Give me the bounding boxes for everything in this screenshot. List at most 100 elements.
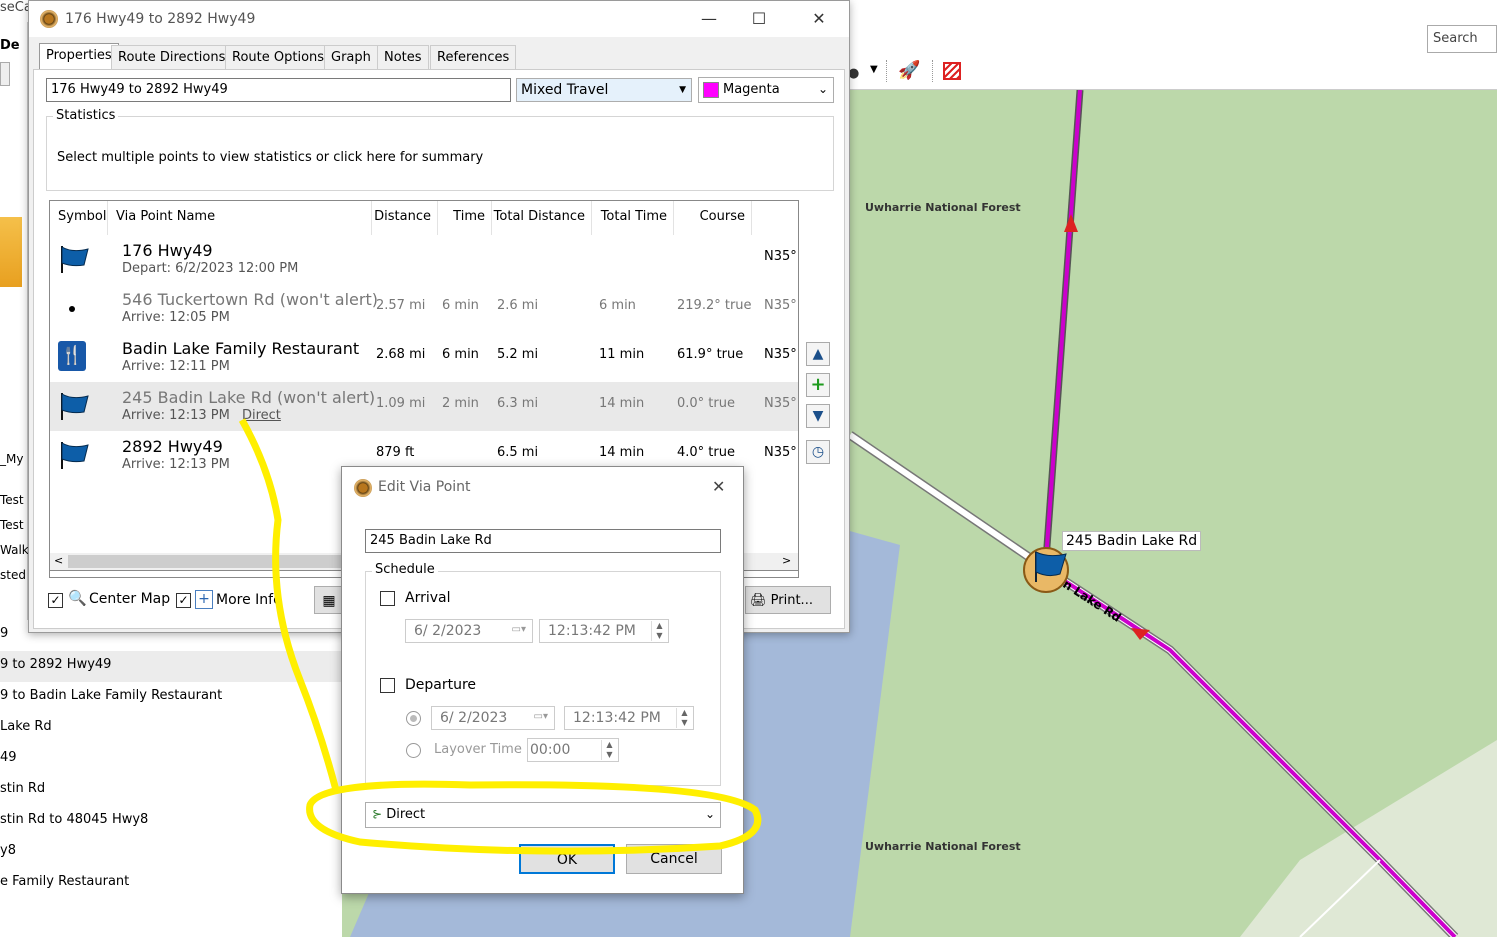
toolbar: ● ▼ 🚀 xyxy=(848,22,1497,90)
travel-mode-select[interactable]: Mixed Travel ▼ xyxy=(516,78,692,102)
dot-icon xyxy=(69,306,75,312)
calendar-icon[interactable]: ▭▾ xyxy=(534,711,548,722)
column-header[interactable]: Course xyxy=(674,201,752,235)
column-header[interactable]: Total Time xyxy=(592,201,674,235)
color-select[interactable]: Magenta ⌄ xyxy=(698,77,834,103)
routing-method-select[interactable]: ⊱ Direct ⌄ xyxy=(365,802,721,828)
list-item[interactable]: stin Rd to 48045 Hwy8 xyxy=(0,806,342,837)
column-header[interactable]: Symbol xyxy=(50,201,108,235)
calendar-icon[interactable]: ▭▾ xyxy=(512,624,526,635)
time-cell: 2 min xyxy=(442,396,479,411)
total-time-cell: 14 min xyxy=(599,396,645,411)
departure-date[interactable]: 6/ 2/2023 ▭▾ xyxy=(431,706,555,730)
via-point-name: 546 Tuckertown Rd (won't alert) xyxy=(122,290,378,309)
center-map-label: Center Map xyxy=(89,591,171,607)
list-fragment[interactable]: Test xyxy=(0,518,24,532)
dialog-title: Edit Via Point xyxy=(378,479,471,495)
table-row[interactable]: 176 Hwy49 Depart: 6/2/2023 12:00 PM N35° xyxy=(50,235,798,284)
via-point-sub: Arrive: 12:05 PM xyxy=(122,310,230,325)
dialog-close-button[interactable]: ✕ xyxy=(712,477,725,496)
list-fragment[interactable]: _My xyxy=(0,452,23,466)
column-header[interactable]: Time xyxy=(438,201,492,235)
route-arrow-1 xyxy=(1064,214,1078,232)
column-header[interactable]: Total Distance xyxy=(492,201,592,235)
list-item[interactable]: 9 to 2892 Hwy49 xyxy=(0,651,342,682)
course-cell: 4.0° true xyxy=(677,445,735,460)
list-fragment[interactable]: Test xyxy=(0,493,24,507)
column-header[interactable]: Distance xyxy=(372,201,438,235)
time-spinner[interactable]: ▲ ▼ xyxy=(651,621,667,641)
departure-radio[interactable] xyxy=(406,711,421,726)
layover-input[interactable]: 00:00 ▲ ▼ xyxy=(527,738,619,762)
arrival-date[interactable]: 6/ 2/2023 ▭▾ xyxy=(405,619,533,643)
search-input[interactable]: Search xyxy=(1427,25,1497,53)
no-entry-icon[interactable] xyxy=(943,62,961,80)
clock-icon[interactable]: ◷ xyxy=(806,440,830,464)
travel-mode-value: Mixed Travel xyxy=(521,82,609,98)
list-item[interactable]: Lake Rd xyxy=(0,713,342,744)
list-item[interactable]: y8 xyxy=(0,837,342,868)
move-down-button[interactable]: ▼ xyxy=(806,404,830,428)
schedule-label: Schedule xyxy=(372,562,438,577)
tab-route-directions[interactable]: Route Directions xyxy=(111,45,233,69)
print-button[interactable]: 🖨 Print... xyxy=(745,586,831,614)
list-item[interactable]: 49 xyxy=(0,744,342,775)
more-info-checkbox[interactable]: ✓ xyxy=(176,593,191,608)
chevron-down-icon: ▼ xyxy=(679,85,686,95)
list-item[interactable]: e Family Restaurant xyxy=(0,868,342,899)
add-button[interactable]: + xyxy=(806,373,830,397)
via-point-sub: Arrive: 12:13 PM xyxy=(122,457,230,472)
course-cell: 61.9° true xyxy=(677,347,744,362)
layover-spinner[interactable]: ▲ ▼ xyxy=(601,740,617,760)
distance-cell: 2.57 mi xyxy=(376,298,426,313)
via-point-name-input[interactable]: 245 Badin Lake Rd xyxy=(365,529,721,553)
table-row[interactable]: 546 Tuckertown Rd (won't alert) Arrive: … xyxy=(50,284,798,333)
list-item[interactable]: 9 to Badin Lake Family Restaurant xyxy=(0,682,342,713)
time-spinner[interactable]: ▲ ▼ xyxy=(676,708,692,728)
list-fragment[interactable]: Walk xyxy=(0,543,29,557)
chevron-right-icon[interactable]: > xyxy=(782,554,791,567)
tab-notes[interactable]: Notes xyxy=(377,45,429,69)
maximize-button[interactable]: ☐ xyxy=(739,7,779,31)
move-up-button[interactable]: ▲ xyxy=(806,342,830,366)
arrival-checkbox[interactable] xyxy=(380,591,395,606)
tab-references[interactable]: References xyxy=(430,45,517,69)
table-row[interactable]: 🍴 Badin Lake Family Restaurant Arrive: 1… xyxy=(50,333,798,382)
route-name-input[interactable]: 176 Hwy49 to 2892 Hwy49 xyxy=(46,78,511,102)
list-fragment[interactable]: sted xyxy=(0,568,26,582)
tab-graph[interactable]: Graph xyxy=(324,45,378,69)
layover-radio[interactable] xyxy=(406,743,421,758)
left-tree-pane[interactable]: De _My Test Test Walk sted xyxy=(0,22,29,622)
calculator-icon[interactable]: ▦ xyxy=(314,586,344,614)
scroll-thumb[interactable] xyxy=(68,555,364,568)
center-map-checkbox[interactable]: ✓ xyxy=(48,593,63,608)
menu-fragment[interactable]: De xyxy=(0,38,20,53)
cancel-button[interactable]: Cancel xyxy=(626,844,722,874)
close-button[interactable]: ✕ xyxy=(799,7,839,31)
tab-properties[interactable]: Properties xyxy=(39,43,119,71)
statistics-group[interactable]: Statistics Select multiple points to vie… xyxy=(46,108,834,191)
list-item[interactable]: stin Rd xyxy=(0,775,342,806)
departure-time[interactable]: 12:13:42 PM ▲ ▼ xyxy=(564,706,694,730)
table-row[interactable]: 245 Badin Lake Rd (won't alert) Arrive: … xyxy=(50,382,798,431)
rocket-icon[interactable]: 🚀 xyxy=(898,60,920,81)
ok-button[interactable]: OK xyxy=(519,844,615,874)
departure-checkbox[interactable] xyxy=(380,678,395,693)
total-time-cell: 6 min xyxy=(599,298,636,313)
arrival-time[interactable]: 12:13:42 PM ▲ ▼ xyxy=(539,619,669,643)
route-list[interactable]: 9 9 to 2892 Hwy49 9 to Badin Lake Family… xyxy=(0,620,342,937)
minimize-button[interactable]: — xyxy=(689,7,729,31)
via-point-sub: Arrive: 12:11 PM xyxy=(122,359,230,374)
tab-route-options[interactable]: Route Options xyxy=(225,45,332,69)
chevron-down-icon: ⌄ xyxy=(704,807,715,821)
distance-cell: 2.68 mi xyxy=(376,347,426,362)
column-header[interactable]: Via Point Name xyxy=(108,201,372,235)
direct-link[interactable]: Direct xyxy=(242,408,281,423)
route-line-north xyxy=(1044,89,1082,561)
statistics-text[interactable]: Select multiple points to view statistic… xyxy=(57,150,483,165)
distance-cell: 1.09 mi xyxy=(376,396,426,411)
chevron-down-icon[interactable]: ▼ xyxy=(870,64,878,75)
window-title-bar[interactable]: 176 Hwy49 to 2892 Hwy49 — ☐ ✕ xyxy=(29,1,849,37)
time-cell: 6 min xyxy=(442,298,479,313)
chevron-left-icon[interactable]: < xyxy=(54,554,63,567)
